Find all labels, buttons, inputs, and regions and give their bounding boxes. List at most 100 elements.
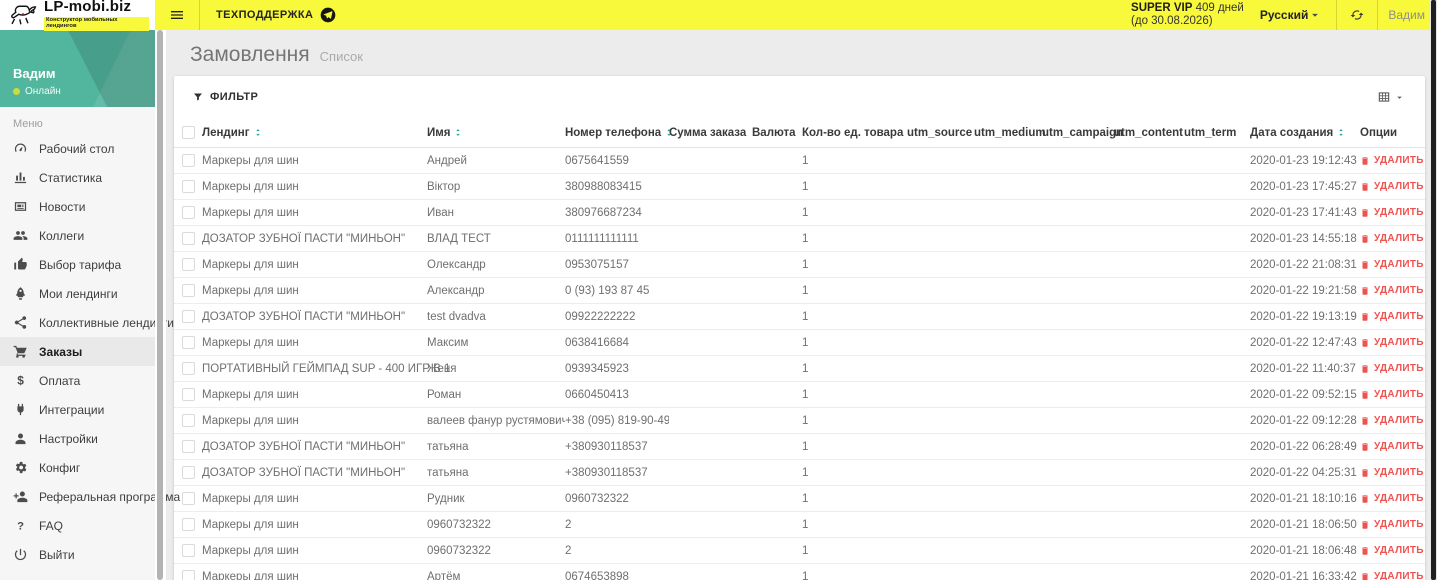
cell-qty: 1 — [802, 362, 809, 375]
row-checkbox[interactable] — [182, 232, 195, 245]
sidebar-item-integrations[interactable]: Интеграции — [0, 395, 155, 424]
row-checkbox[interactable] — [182, 466, 195, 479]
sidebar-item-faq[interactable]: ? FAQ — [0, 511, 155, 540]
column-header-name[interactable]: Имя — [427, 126, 565, 139]
cell-qty: 1 — [802, 570, 809, 580]
sidebar-item-label: FAQ — [39, 518, 64, 533]
table-row: Маркеры для шин Иван 380976687234 1 2020-01-… — [174, 200, 1425, 226]
select-all-checkbox[interactable] — [182, 126, 195, 139]
refresh-button[interactable] — [1337, 0, 1377, 30]
rocket-icon — [13, 286, 28, 301]
sidebar-item-my-landings[interactable]: Мои лендинги — [0, 279, 155, 308]
cell-created: 2020-01-22 04:25:31 — [1250, 466, 1357, 479]
sidebar-item-label: Коллективные лендинги — [39, 315, 175, 330]
row-checkbox[interactable] — [182, 570, 195, 580]
row-checkbox-cell — [174, 414, 202, 427]
delete-button[interactable]: УДАЛИТЬ — [1360, 493, 1424, 504]
sidebar-item-payment[interactable]: $ Оплата — [0, 366, 155, 395]
sort-icon[interactable] — [1336, 126, 1346, 139]
column-header-utm_content: utm_content — [1114, 126, 1183, 139]
row-checkbox[interactable] — [182, 180, 195, 193]
cell-created: 2020-01-23 14:55:18 — [1250, 232, 1357, 245]
sidebar: Вадим Онлайн Меню Рабочий стол Статистик… — [0, 30, 180, 580]
row-checkbox[interactable] — [182, 284, 195, 297]
row-checkbox[interactable] — [182, 310, 195, 323]
delete-button[interactable]: УДАЛИТЬ — [1360, 285, 1424, 296]
delete-button[interactable]: УДАЛИТЬ — [1360, 389, 1424, 400]
row-checkbox[interactable] — [182, 414, 195, 427]
sidebar-item-statistics[interactable]: Статистика — [0, 163, 155, 192]
cell-created: 2020-01-23 17:41:43 — [1250, 206, 1357, 219]
column-header-created[interactable]: Дата создания — [1250, 126, 1360, 139]
sidebar-item-label: Выйти — [39, 547, 75, 562]
online-status-dot — [13, 88, 20, 95]
options-cell: УДАЛИТЬ — [1360, 233, 1425, 244]
sidebar-item-settings[interactable]: Настройки — [0, 424, 155, 453]
cell-qty: 1 — [802, 544, 809, 557]
delete-button[interactable]: УДАЛИТЬ — [1360, 441, 1424, 452]
row-checkbox[interactable] — [182, 362, 195, 375]
filter-button[interactable]: ФИЛЬТР — [192, 91, 258, 103]
sidebar-item-dashboard[interactable]: Рабочий стол — [0, 134, 155, 163]
row-checkbox[interactable] — [182, 206, 195, 219]
delete-button[interactable]: УДАЛИТЬ — [1360, 259, 1424, 270]
chevron-down-icon — [1308, 8, 1322, 22]
sidebar-item-logout[interactable]: Выйти — [0, 540, 155, 569]
sidebar-item-label: Выбор тарифа — [39, 257, 122, 272]
delete-button[interactable]: УДАЛИТЬ — [1360, 415, 1424, 426]
sidebar-scrollbar[interactable] — [155, 30, 166, 580]
cell-phone: 0953075157 — [565, 258, 629, 271]
row-checkbox[interactable] — [182, 154, 195, 167]
row-checkbox[interactable] — [182, 336, 195, 349]
row-checkbox-cell — [174, 180, 202, 193]
delete-button[interactable]: УДАЛИТЬ — [1360, 181, 1424, 192]
sidebar-item-orders[interactable]: Заказы — [0, 337, 155, 366]
logo[interactable]: LP-mobi.biz Конструктор мобильных лендин… — [0, 0, 155, 31]
row-checkbox[interactable] — [182, 492, 195, 505]
options-cell: УДАЛИТЬ — [1360, 155, 1425, 166]
hamburger-menu-icon[interactable] — [155, 0, 199, 30]
delete-button[interactable]: УДАЛИТЬ — [1360, 311, 1424, 322]
delete-button[interactable]: УДАЛИТЬ — [1360, 155, 1424, 166]
delete-button[interactable]: УДАЛИТЬ — [1360, 545, 1424, 556]
row-checkbox[interactable] — [182, 388, 195, 401]
row-checkbox[interactable] — [182, 544, 195, 557]
row-checkbox-cell — [174, 258, 202, 271]
table-grid-icon — [1377, 90, 1391, 104]
delete-button[interactable]: УДАЛИТЬ — [1360, 337, 1424, 348]
delete-button[interactable]: УДАЛИТЬ — [1360, 233, 1424, 244]
table-row: Маркеры для шин Олександр 0953075157 1 2020-… — [174, 252, 1425, 278]
sidebar-item-collective-landings[interactable]: Коллективные лендинги — [0, 308, 174, 337]
delete-button[interactable]: УДАЛИТЬ — [1360, 207, 1424, 218]
plan-name: SUPER VIP — [1131, 2, 1193, 14]
delete-button[interactable]: УДАЛИТЬ — [1360, 571, 1424, 580]
page-subtitle: Список — [319, 49, 363, 64]
sidebar-item-news[interactable]: Новости — [0, 192, 155, 221]
sidebar-item-config[interactable]: Конфиг — [0, 453, 155, 482]
cell-phone: 0638416684 — [565, 336, 629, 349]
dashboard-icon — [13, 141, 28, 156]
page-scrollbar[interactable] — [1430, 0, 1437, 580]
column-settings-button[interactable] — [1377, 90, 1405, 104]
cell-created: 2020-01-22 06:28:49 — [1250, 440, 1357, 453]
sidebar-item-tariff[interactable]: Выбор тарифа — [0, 250, 155, 279]
row-checkbox[interactable] — [182, 518, 195, 531]
trash-icon — [1360, 468, 1370, 478]
delete-button[interactable]: УДАЛИТЬ — [1360, 363, 1424, 374]
table-row: Маркеры для шин Максим 0638416684 1 2020-01-… — [174, 330, 1425, 356]
sort-icon[interactable] — [453, 126, 463, 139]
topbar-user-menu[interactable]: Вадим — [1378, 0, 1437, 30]
delete-button[interactable]: УДАЛИТЬ — [1360, 519, 1424, 530]
delete-button[interactable]: УДАЛИТЬ — [1360, 467, 1424, 478]
column-header-phone[interactable]: Номер телефона — [565, 126, 671, 139]
sidebar-item-colleagues[interactable]: Коллеги — [0, 221, 155, 250]
language-selector[interactable]: Русский — [1260, 8, 1323, 22]
support-button[interactable]: ТЕХПОДДЕРЖКА — [200, 7, 352, 23]
trash-icon — [1360, 572, 1370, 580]
table-header-row: Лендинг Имя Номер телефона Сумма заказа Валю… — [174, 118, 1425, 148]
row-checkbox[interactable] — [182, 440, 195, 453]
column-header-landing[interactable]: Лендинг — [202, 126, 427, 139]
sort-icon[interactable] — [253, 126, 263, 139]
row-checkbox[interactable] — [182, 258, 195, 271]
sidebar-item-referral[interactable]: Реферальная программа — [0, 482, 180, 511]
